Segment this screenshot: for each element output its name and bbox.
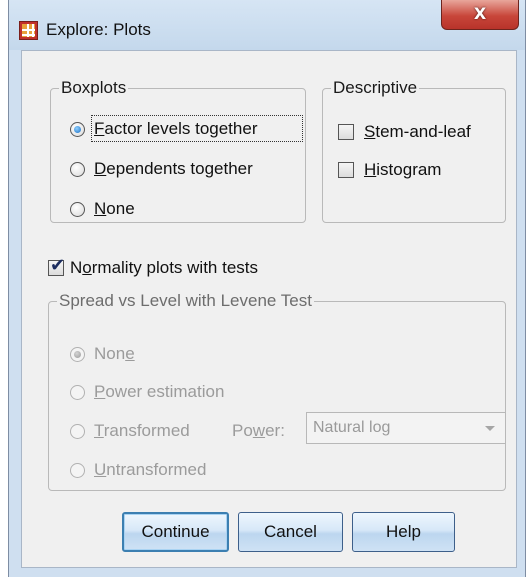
chevron-down-icon (485, 426, 495, 431)
radio-button[interactable] (70, 347, 85, 362)
radio-button[interactable] (70, 424, 85, 439)
mnemonic-letter: e (125, 344, 135, 363)
help-button[interactable]: Help (352, 512, 455, 552)
spread-vs-level-legend: Spread vs Level with Levene Test (59, 291, 312, 310)
close-button[interactable]: X (441, 0, 519, 30)
normality-checkbox[interactable]: ✔ (48, 255, 66, 276)
mnemonic-letter: P (94, 382, 106, 401)
cancel-button[interactable]: Cancel (238, 512, 343, 552)
descriptive-legend: Descriptive (333, 78, 418, 97)
mnemonic-letter: U (94, 460, 107, 479)
dialog-window: Explore: Plots X Boxplots Factor levels … (8, 0, 526, 577)
boxplots-option-factor-levels-together[interactable]: Factor levels together (70, 115, 310, 142)
window-title: Explore: Plots (46, 20, 151, 39)
radio-button[interactable] (70, 162, 85, 177)
mnemonic-letter: S (364, 122, 376, 141)
descriptive-option-stem-and-leaf[interactable]: Stem-and-leaf (338, 121, 503, 143)
option-label: actor levels together (104, 119, 258, 138)
label-part: er: (265, 421, 285, 440)
spread-option-none[interactable]: None (70, 343, 290, 365)
label-part: N (70, 258, 83, 277)
close-icon: X (473, 4, 487, 23)
checkmark-icon: ✔ (50, 255, 66, 276)
mnemonic-letter: F (94, 119, 105, 138)
mnemonic-letter: w (252, 421, 266, 440)
checkbox[interactable] (338, 162, 354, 178)
radio-button[interactable] (70, 202, 85, 217)
radio-button[interactable] (70, 463, 85, 478)
spread-option-power-estimation[interactable]: Power estimation (70, 381, 290, 403)
normality-plots-checkbox-row[interactable]: ✔ Normality plots with tests (48, 257, 328, 279)
app-icon (19, 21, 38, 40)
mnemonic-letter: D (94, 159, 107, 178)
boxplots-option-none[interactable]: None (70, 198, 310, 220)
dialog-client-area: Boxplots Factor levels together Dependen… (21, 50, 517, 568)
title-bar[interactable]: Explore: Plots X (9, 0, 525, 50)
boxplots-legend: Boxplots (61, 78, 127, 97)
option-label: ependents together (106, 159, 253, 178)
radio-button[interactable] (70, 122, 85, 137)
spread-option-untransformed[interactable]: Untransformed (70, 459, 290, 481)
power-select-value: Natural log (313, 419, 391, 436)
option-label: istogram (376, 160, 442, 179)
checkbox[interactable] (338, 124, 354, 140)
label-part: Po (232, 421, 253, 440)
continue-button[interactable]: Continue (122, 512, 229, 552)
option-label: rmality plots with tests (91, 258, 259, 277)
option-label: ransformed (103, 421, 190, 440)
option-label: one (106, 199, 135, 218)
option-label: Non (94, 344, 126, 363)
power-label: Power: (232, 420, 285, 442)
descriptive-option-histogram[interactable]: Histogram (338, 159, 503, 181)
spread-option-transformed[interactable]: Transformed Power: (70, 420, 300, 442)
mnemonic-letter: N (94, 199, 107, 218)
option-label: tem-and-leaf (375, 122, 471, 141)
power-select[interactable]: Natural log (306, 412, 506, 444)
mnemonic-letter: T (94, 421, 104, 440)
option-label: ntransformed (106, 460, 207, 479)
mnemonic-letter: H (364, 160, 377, 179)
descriptive-group: Descriptive (322, 78, 506, 223)
option-label: ower estimation (105, 382, 225, 401)
boxplots-option-dependents-together[interactable]: Dependents together (70, 158, 310, 180)
radio-button[interactable] (70, 385, 85, 400)
mnemonic-letter: o (82, 258, 92, 277)
